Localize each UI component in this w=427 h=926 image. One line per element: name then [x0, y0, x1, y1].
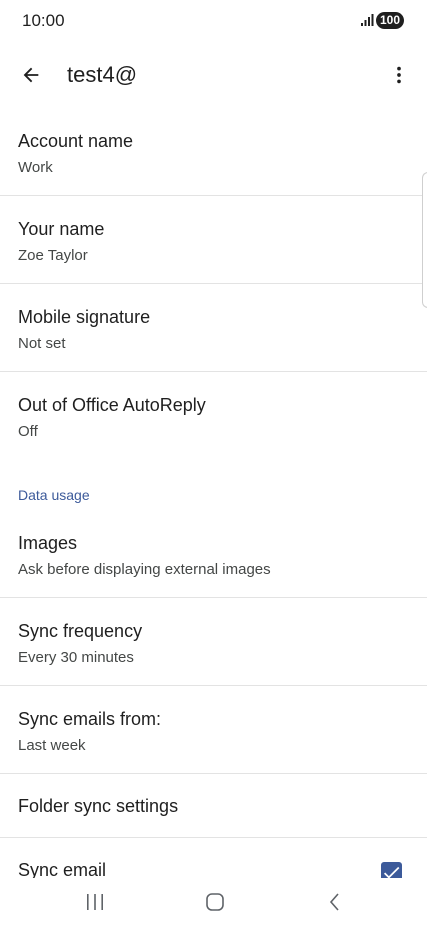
setting-title: Sync emails from:: [18, 709, 162, 729]
setting-title: Images: [18, 533, 78, 553]
more-options-button[interactable]: [378, 54, 420, 96]
arrow-back-icon: [23, 67, 39, 83]
setting-summary: Last week: [18, 737, 86, 754]
signal-bars-icon: [361, 14, 374, 26]
setting-summary: Every 30 minutes: [18, 649, 134, 666]
setting-sync-frequency[interactable]: Sync frequency Every 30 minutes: [0, 598, 427, 686]
recents-icon: [87, 894, 103, 910]
battery-icon: 100: [376, 12, 404, 29]
navigation-bar: [0, 878, 427, 926]
more-vert-icon: [397, 66, 401, 84]
setting-title: Sync frequency: [18, 621, 143, 641]
setting-mobile-signature[interactable]: Mobile signature Not set: [0, 284, 427, 372]
setting-summary: Zoe Taylor: [18, 247, 88, 264]
nav-recents-button[interactable]: [80, 888, 110, 916]
back-button[interactable]: [10, 54, 52, 96]
setting-folder-sync[interactable]: Folder sync settings: [0, 774, 427, 838]
setting-summary: Off: [18, 423, 38, 440]
status-bar: 10:00 100: [0, 0, 427, 44]
app-bar: test4@: [0, 44, 427, 106]
setting-title: Account name: [18, 131, 134, 151]
setting-account-name[interactable]: Account name Work: [0, 108, 427, 196]
setting-sync-emails-from[interactable]: Sync emails from: Last week: [0, 686, 427, 774]
setting-images[interactable]: Images Ask before displaying external im…: [0, 510, 427, 598]
setting-title: Your name: [18, 219, 105, 239]
home-icon: [206, 893, 224, 911]
setting-title: Folder sync settings: [18, 796, 179, 816]
nav-back-icon: [329, 893, 339, 911]
setting-title: Out of Office AutoReply: [18, 395, 206, 415]
settings-list: Account name Work Your name Zoe Taylor M…: [0, 108, 427, 902]
page-title: test4@: [67, 62, 138, 87]
setting-out-of-office[interactable]: Out of Office AutoReply Off: [0, 372, 427, 460]
status-time: 10:00: [22, 11, 65, 30]
setting-summary: Work: [18, 159, 53, 176]
setting-your-name[interactable]: Your name Zoe Taylor: [0, 196, 427, 284]
section-header-text: Data usage: [18, 487, 90, 503]
section-header-data-usage: Data usage: [0, 460, 427, 510]
setting-summary: Ask before displaying external images: [18, 561, 271, 578]
scrollbar-handle[interactable]: [422, 172, 427, 308]
nav-home-button[interactable]: [200, 888, 230, 916]
nav-back-button[interactable]: [320, 888, 350, 916]
setting-title: Mobile signature: [18, 307, 151, 327]
setting-summary: Not set: [18, 335, 66, 352]
